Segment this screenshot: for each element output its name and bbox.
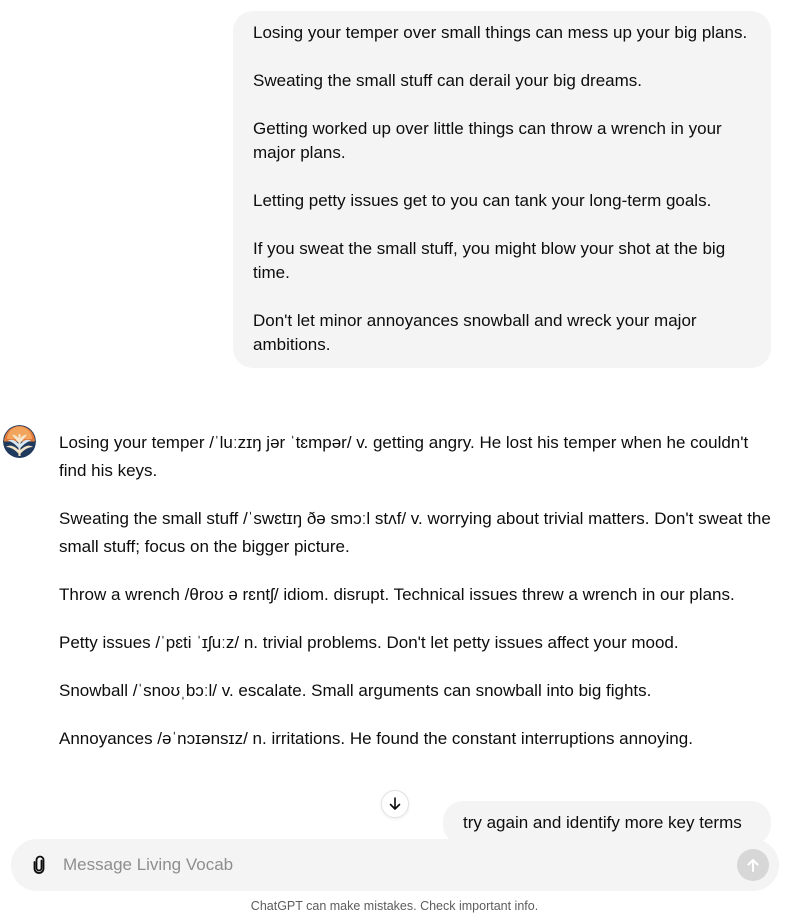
- user-message-bubble: Losing your temper over small things can…: [233, 11, 771, 368]
- user-message-paragraph: Losing your temper over small things can…: [253, 23, 748, 42]
- vocab-entry: Petty issues /ˈpɛti ˈɪʃuːz/ n. trivial p…: [59, 633, 679, 652]
- pending-user-message-text: try again and identify more key terms: [463, 813, 742, 832]
- message-composer: [11, 839, 779, 891]
- arrow-up-icon: [747, 859, 759, 872]
- send-button[interactable]: [737, 849, 769, 881]
- attach-file-button[interactable]: [27, 853, 51, 877]
- scroll-to-bottom-button[interactable]: [381, 790, 409, 818]
- chat-page: Losing your temper over small things can…: [0, 0, 789, 918]
- paperclip-icon: [33, 855, 45, 874]
- vocab-entry: Sweating the small stuff /ˈswɛtɪŋ ðə smɔ…: [59, 509, 771, 556]
- vocab-entry: Snowball /ˈsnoʊˌbɔːl/ v. escalate. Small…: [59, 681, 652, 700]
- vocab-entry: Throw a wrench /θroʊ ə rɛntʃ/ idiom. dis…: [59, 585, 735, 604]
- user-message-paragraph: Letting petty issues get to you can tank…: [253, 191, 712, 210]
- vocab-entry: Losing your temper /ˈluːzɪŋ jər ˈtɛmpər/…: [59, 433, 749, 480]
- user-message-paragraph: If you sweat the small stuff, you might …: [253, 239, 726, 282]
- arrow-down-icon: [389, 797, 401, 810]
- living-vocab-avatar-icon: [3, 425, 36, 458]
- user-message-paragraph: Don't let minor annoyances snowball and …: [253, 311, 697, 354]
- vocab-entry: Annoyances /əˈnɔɪənsɪz/ n. irritations. …: [59, 729, 693, 748]
- message-input[interactable]: [63, 851, 723, 879]
- user-message-paragraph: Getting worked up over little things can…: [253, 119, 722, 162]
- user-message-paragraph: Sweating the small stuff can derail your…: [253, 71, 642, 90]
- assistant-message: Losing your temper /ˈluːzɪŋ jər ˈtɛmpər/…: [59, 429, 779, 773]
- disclaimer-text: ChatGPT can make mistakes. Check importa…: [250, 899, 539, 913]
